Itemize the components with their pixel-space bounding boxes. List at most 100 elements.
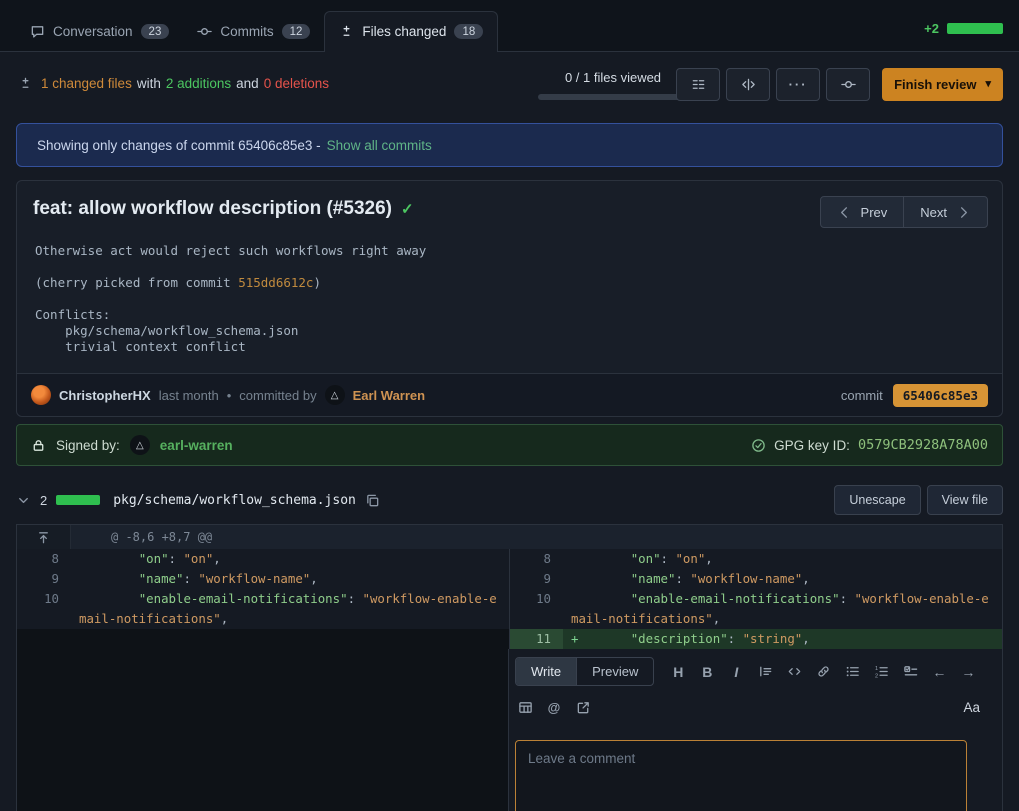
quote-button[interactable] (757, 663, 773, 681)
commit-message-text: trivial context conflict (35, 339, 246, 354)
tab-conversation[interactable]: Conversation 23 (16, 12, 183, 52)
chevron-right-icon (956, 205, 971, 220)
commit-message-text: pkg/schema/workflow_schema.json (35, 323, 298, 338)
tab-write[interactable]: Write (516, 658, 576, 685)
unescape-button[interactable]: Unescape (834, 485, 920, 515)
files-changed-count-badge: 18 (454, 24, 483, 39)
italic-button[interactable]: I (728, 663, 744, 681)
hunk-header: @ -8,6 +8,7 @@ (71, 525, 1002, 549)
cherry-pick-hash-link[interactable]: 515dd6612c (238, 275, 313, 290)
caret-down-icon: ▾ (985, 79, 991, 90)
line-number-new[interactable]: 11 (509, 629, 563, 649)
diff-file-box: @ -8,6 +8,7 @@ 8 "on": "on",8 "on": "on"… (16, 524, 1003, 811)
summary-text: with (137, 76, 161, 91)
show-all-commits-link[interactable]: Show all commits (327, 138, 432, 153)
collapse-file-icon[interactable] (16, 493, 31, 508)
inline-comment-row: Write Preview HBI 12 ← → @ Aa (17, 649, 1002, 811)
commit-hash-badge[interactable]: 65406c85e3 (893, 384, 988, 407)
list-unordered-button[interactable] (844, 663, 860, 681)
chevron-left-icon (837, 205, 852, 220)
line-number-old[interactable]: 8 (17, 549, 71, 569)
pull-request-files-page: Conversation 23 Commits 12 Files changed… (0, 0, 1019, 811)
finish-review-button[interactable]: Finish review ▾ (882, 68, 1003, 101)
font-toggle-button[interactable]: Aa (963, 700, 992, 715)
heading-button[interactable]: H (670, 663, 686, 681)
line-number-new[interactable]: 10 (509, 589, 563, 629)
commit-time: last month (159, 388, 219, 403)
tab-preview[interactable]: Preview (576, 658, 653, 685)
diff-code-new: "name": "workflow-name", (563, 569, 1002, 589)
line-number-old[interactable]: 10 (17, 589, 71, 629)
files-viewed-bar (538, 94, 688, 100)
prev-commit-button[interactable]: Prev (820, 196, 905, 228)
arrow-right-button[interactable]: → (960, 663, 976, 681)
file-diffstat-bar (56, 495, 100, 505)
finish-review-label: Finish review (894, 77, 976, 92)
tab-files-changed[interactable]: Files changed 18 (324, 11, 498, 52)
file-header: 2 pkg/schema/workflow_schema.json Unesca… (16, 482, 1003, 518)
committer-avatar[interactable] (325, 385, 345, 405)
conversation-icon (30, 24, 45, 39)
commit-icon (841, 77, 856, 92)
copy-path-icon[interactable] (365, 493, 380, 508)
commit-filter-banner: Showing only changes of commit 65406c85e… (16, 123, 1003, 167)
diffstat-summary: +2 (924, 21, 1003, 36)
deletions-count: 0 deletions (264, 76, 329, 91)
gpg-key-value: 0579CB2928A78A00 (858, 437, 988, 453)
signer-avatar[interactable] (130, 435, 150, 455)
additions-count: 2 additions (166, 76, 231, 91)
code-button[interactable] (786, 663, 802, 681)
split-diff-icon (741, 77, 756, 92)
prev-label: Prev (861, 205, 888, 220)
diff-view-toggle-button[interactable] (726, 68, 770, 101)
conversation-count-badge: 23 (141, 24, 170, 39)
diff-code-old: "name": "workflow-name", (71, 569, 509, 589)
commit-picker-button[interactable] (826, 68, 870, 101)
line-number-new[interactable]: 8 (509, 549, 563, 569)
lock-icon (31, 438, 46, 453)
signed-by-label: Signed by: (56, 438, 120, 453)
bold-button[interactable]: B (699, 663, 715, 681)
pr-tab-bar: Conversation 23 Commits 12 Files changed… (0, 0, 1019, 52)
meta-separator: • (227, 388, 232, 403)
next-commit-button[interactable]: Next (903, 196, 988, 228)
comment-input[interactable] (515, 740, 967, 811)
check-circle-icon (751, 438, 766, 453)
expand-lines-button[interactable] (17, 525, 71, 549)
commit-message-text: ) (313, 275, 321, 290)
arrow-left-button[interactable]: ← (931, 663, 947, 681)
list-ordered-button[interactable]: 12 (873, 663, 889, 681)
tab-files-changed-label: Files changed (362, 24, 446, 39)
link-button[interactable] (815, 663, 831, 681)
view-file-button[interactable]: View file (927, 485, 1003, 515)
list-task-button[interactable] (902, 663, 918, 681)
file-change-count: 2 (40, 493, 47, 508)
signature-row: Signed by: earl-warren GPG key ID: 0579C… (16, 424, 1003, 466)
author-avatar[interactable] (31, 385, 51, 405)
mention-button[interactable]: @ (546, 698, 562, 716)
commit-message-text: (cherry picked from commit (35, 275, 238, 290)
commit-label: commit (841, 388, 883, 403)
ci-status-icon[interactable]: ✓ (401, 202, 414, 217)
reference-button[interactable] (575, 698, 591, 716)
svg-text:1: 1 (875, 666, 878, 672)
signer-link[interactable]: earl-warren (160, 438, 233, 453)
line-number-old[interactable]: 9 (17, 569, 71, 589)
commit-title: feat: allow workflow description (#5326)… (33, 198, 414, 220)
committer-link[interactable]: Earl Warren (353, 388, 426, 403)
more-options-button[interactable]: ··· (776, 68, 820, 101)
author-link[interactable]: ChristopherHX (59, 388, 151, 403)
line-number-old (17, 629, 71, 649)
table-button[interactable] (517, 698, 533, 716)
diff-grid: 8 "on": "on",8 "on": "on",9 "name": "wor… (17, 549, 1002, 649)
tab-commits[interactable]: Commits 12 (183, 12, 324, 52)
file-tree-toggle-button[interactable] (676, 68, 720, 101)
svg-text:2: 2 (875, 673, 878, 679)
line-number-new[interactable]: 9 (509, 569, 563, 589)
diff-code-new: "enable-email-notifications": "workflow-… (563, 589, 1002, 629)
diff-action-buttons: ··· (676, 68, 870, 101)
file-name-link[interactable]: pkg/schema/workflow_schema.json (113, 493, 356, 508)
commit-meta-footer: ChristopherHX last month • committed by … (17, 373, 1002, 416)
commits-count-badge: 12 (282, 24, 311, 39)
committed-by-label: committed by (239, 388, 316, 403)
